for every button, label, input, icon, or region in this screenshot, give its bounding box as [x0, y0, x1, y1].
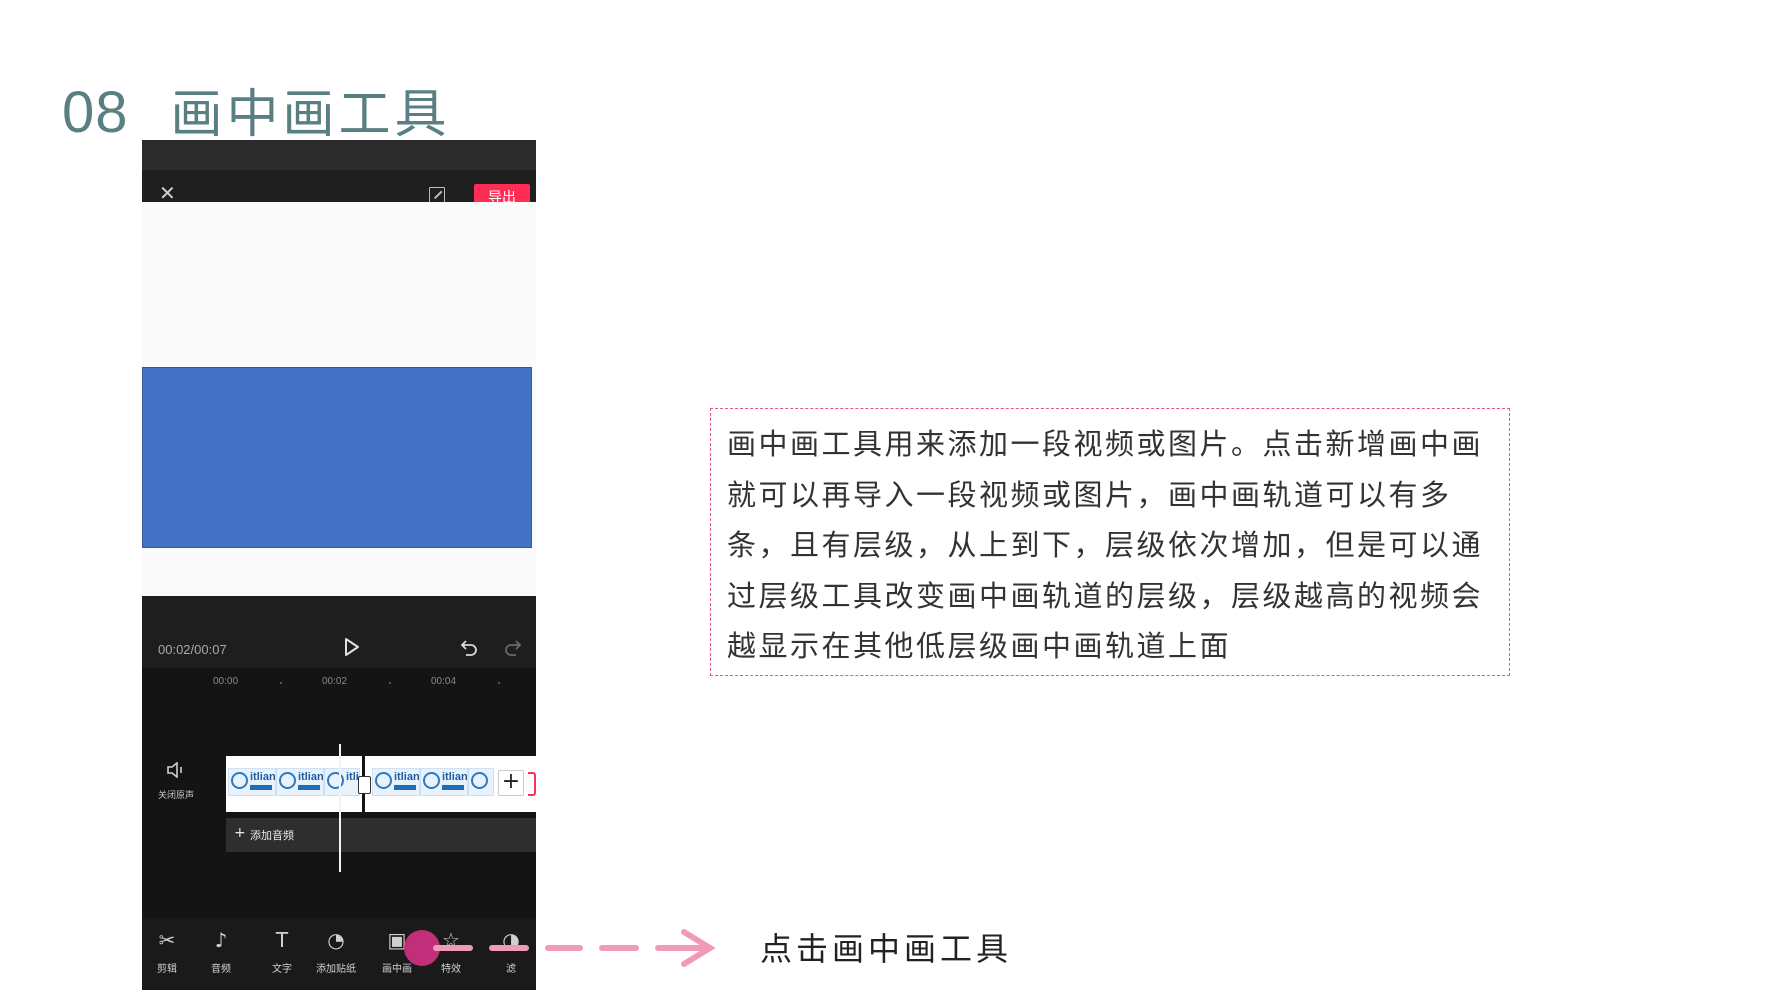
tool-sticker[interactable]: ◔ 添加贴纸: [311, 928, 361, 975]
tool-edit[interactable]: ✂ 剪辑: [142, 928, 192, 975]
editor-top-bar: ✕ 导出: [142, 140, 536, 212]
redo-icon[interactable]: [504, 638, 522, 660]
clip-thumbnail: itlian: [420, 768, 468, 796]
close-icon[interactable]: ✕: [159, 183, 177, 203]
scissors-icon: ✂: [158, 928, 176, 952]
clip-thumbnail: itlian: [276, 768, 324, 796]
text-icon: T: [275, 928, 289, 952]
playback-bar: 00:02/00:07: [142, 596, 536, 668]
clip-thumbnail: itlian: [228, 768, 276, 796]
add-audio-track[interactable]: + 添加音频: [226, 818, 536, 852]
slide-title: 08 画中画工具: [62, 72, 451, 147]
transition-handle[interactable]: [358, 776, 371, 794]
phone-screenshot: ✕ 导出 00:02/00:07 00:00 00:02 00:04 关闭原声 …: [142, 140, 536, 990]
time-ruler: 00:00 00:02 00:04: [142, 676, 536, 692]
plus-icon: +: [234, 825, 246, 841]
clip-logo-icon: [471, 772, 488, 789]
add-clip-button[interactable]: +: [498, 770, 524, 796]
clip-logo-icon: [423, 772, 440, 789]
clip-logo-icon: [375, 772, 392, 789]
clip-thumbnail: [468, 768, 494, 796]
video-clip-track[interactable]: itlian itlian itlian itlian itlian: [226, 756, 536, 812]
add-audio-label: 添加音频: [250, 829, 294, 842]
tool-text[interactable]: T 文字: [257, 928, 307, 975]
timecode: 00:02/00:07: [158, 642, 227, 657]
sticker-icon: ◔: [327, 928, 345, 952]
playhead[interactable]: [339, 744, 341, 872]
mute-label: 关闭原声: [157, 791, 194, 801]
ruler-tick: 00:04: [431, 676, 457, 687]
clip-thumbnail: itlian: [324, 768, 360, 796]
fullscreen-icon[interactable]: [429, 187, 445, 203]
music-note-icon: ♪: [214, 928, 228, 952]
clip-thumbnail: itlian: [372, 768, 420, 796]
preview-frame: [142, 367, 532, 548]
slide-number: 08: [62, 80, 129, 145]
undo-icon[interactable]: [460, 638, 478, 660]
clip-logo-icon: [231, 772, 248, 789]
hint-caption: 点击画中画工具: [760, 930, 1013, 968]
ruler-tick: 00:00: [213, 676, 239, 687]
slide-heading: 画中画工具: [170, 85, 451, 145]
ruler-tick: 00:02: [322, 676, 348, 687]
description-callout: 画中画工具用来添加一段视频或图片。点击新增画中画就可以再导入一段视频或图片，画中…: [710, 408, 1510, 676]
mute-original-button[interactable]: 关闭原声: [154, 761, 198, 801]
clip-logo-icon: [327, 772, 344, 789]
pointer-arrow: [433, 929, 716, 967]
speaker-icon: [167, 761, 182, 779]
clip-end-handle[interactable]: [528, 772, 536, 796]
tool-audio[interactable]: ♪ 音频: [196, 928, 246, 975]
clip-logo-icon: [279, 772, 296, 789]
